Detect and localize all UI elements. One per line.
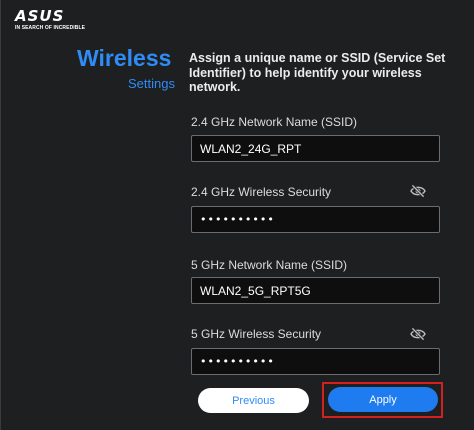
ssid-5-input[interactable]: WLAN2_5G_RPT5G xyxy=(191,277,440,304)
description-text: Assign a unique name or SSID (Service Se… xyxy=(189,51,446,94)
security-24-password[interactable]: •••••••••• xyxy=(191,206,440,233)
ssid-24-label: 2.4 GHz Network Name (SSID) xyxy=(191,115,358,129)
ssid-5-label: 5 GHz Network Name (SSID) xyxy=(191,258,348,272)
app-frame: ASUS IN SEARCH OF INCREDIBLE Wireless Se… xyxy=(0,0,474,430)
eye-slash-icon[interactable] xyxy=(409,184,427,198)
apply-button[interactable]: Apply xyxy=(328,387,438,412)
logo-mark: ASUS xyxy=(15,7,65,25)
logo-tagline: IN SEARCH OF INCREDIBLE xyxy=(15,25,86,31)
security-24-label: 2.4 GHz Wireless Security xyxy=(191,185,332,199)
asus-logo: ASUS IN SEARCH OF INCREDIBLE xyxy=(15,7,86,31)
ssid-24-input[interactable]: WLAN2_24G_RPT xyxy=(191,135,440,162)
security-5-password[interactable]: •••••••••• xyxy=(191,348,440,375)
security-5-label: 5 GHz Wireless Security xyxy=(191,327,322,341)
section-subtitle: Settings xyxy=(128,76,175,91)
section-title: Wireless xyxy=(77,45,172,71)
eye-slash-icon[interactable] xyxy=(409,327,427,341)
previous-button[interactable]: Previous xyxy=(198,388,309,413)
